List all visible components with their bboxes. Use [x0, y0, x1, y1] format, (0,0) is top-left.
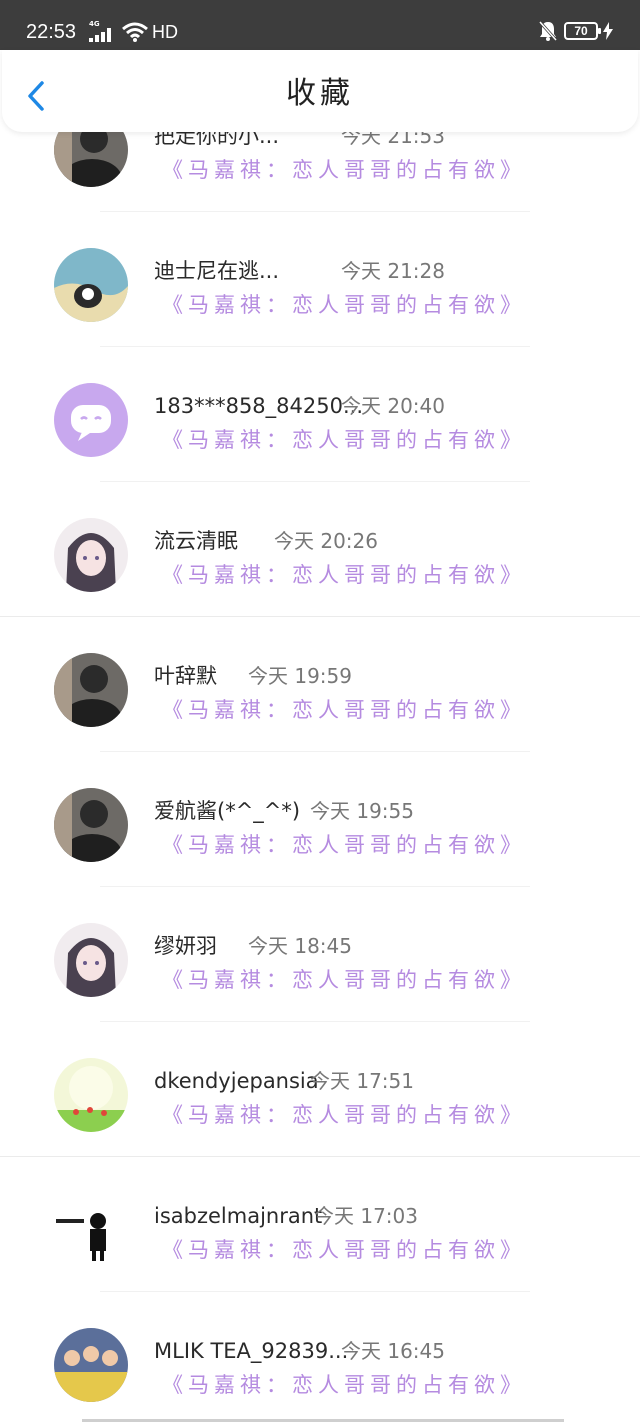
story-title[interactable]: 《马嘉祺：恋人哥哥的占有欲》: [162, 1372, 526, 1398]
user-name[interactable]: 把走你的小...: [154, 132, 279, 149]
user-name[interactable]: 缪妍羽: [154, 933, 217, 959]
hd-indicator: HD: [152, 22, 178, 42]
user-name[interactable]: 迪士尼在逃...: [154, 258, 279, 284]
avatar[interactable]: [54, 132, 128, 187]
story-title[interactable]: 《马嘉祺：恋人哥哥的占有欲》: [162, 292, 526, 318]
user-name[interactable]: 爱航酱(*^_^*): [154, 798, 300, 824]
timestamp: 今天 18:45: [248, 934, 352, 958]
status-bar: 22:53 4G HD 70: [0, 0, 640, 50]
timestamp: 今天 20:26: [274, 529, 378, 553]
user-name[interactable]: MLIK TEA_92839...: [154, 1338, 348, 1364]
user-name[interactable]: 流云清眠: [154, 528, 238, 554]
story-title[interactable]: 《马嘉祺：恋人哥哥的占有欲》: [162, 697, 526, 723]
page-title: 收藏: [286, 76, 354, 111]
avatar[interactable]: [54, 788, 128, 862]
user-name[interactable]: 叶辞默: [154, 663, 217, 689]
list-item[interactable]: MLIK TEA_92839... 今天 16:45 《马嘉祺：恋人哥哥的占有欲》: [0, 1292, 640, 1422]
timestamp: 今天 21:53: [341, 132, 445, 148]
story-title[interactable]: 《马嘉祺：恋人哥哥的占有欲》: [162, 157, 526, 183]
timestamp: 今天 17:51: [310, 1069, 414, 1093]
user-name[interactable]: isabzelmajnrant: [154, 1203, 322, 1229]
list-item[interactable]: 缪妍羽 今天 18:45 《马嘉祺：恋人哥哥的占有欲》: [0, 887, 640, 1022]
header: 收藏: [2, 50, 638, 132]
battery-level: 70: [574, 24, 588, 38]
network-type: 4G: [89, 20, 100, 28]
user-name[interactable]: 183***858_84250...: [154, 393, 363, 419]
avatar[interactable]: [54, 1328, 128, 1402]
timestamp: 今天 19:59: [248, 664, 352, 688]
story-title[interactable]: 《马嘉祺：恋人哥哥的占有欲》: [162, 427, 526, 453]
list-item[interactable]: isabzelmajnrant 今天 17:03 《马嘉祺：恋人哥哥的占有欲》: [0, 1157, 640, 1292]
timestamp: 今天 21:28: [341, 259, 445, 283]
signal-icon: 4G: [89, 20, 117, 42]
list-item[interactable]: dkendyjepansia 今天 17:51 《马嘉祺：恋人哥哥的占有欲》: [0, 1022, 640, 1157]
status-time: 22:53: [26, 21, 77, 43]
timestamp: 今天 19:55: [310, 799, 414, 823]
list-item[interactable]: 叶辞默 今天 19:59 《马嘉祺：恋人哥哥的占有欲》: [0, 617, 640, 752]
story-title[interactable]: 《马嘉祺：恋人哥哥的占有欲》: [162, 967, 526, 993]
avatar[interactable]: [54, 1058, 128, 1132]
list-item[interactable]: 把走你的小... 今天 21:53 《马嘉祺：恋人哥哥的占有欲》: [0, 132, 640, 212]
mute-bell-icon: [538, 21, 558, 41]
list-item[interactable]: 迪士尼在逃... 今天 21:28 《马嘉祺：恋人哥哥的占有欲》: [0, 212, 640, 347]
avatar[interactable]: [54, 653, 128, 727]
story-title[interactable]: 《马嘉祺：恋人哥哥的占有欲》: [162, 1102, 526, 1128]
avatar[interactable]: [54, 1193, 128, 1267]
avatar[interactable]: [54, 518, 128, 592]
user-name[interactable]: dkendyjepansia: [154, 1068, 319, 1094]
list-item[interactable]: 爱航酱(*^_^*) 今天 19:55 《马嘉祺：恋人哥哥的占有欲》: [0, 752, 640, 887]
battery-icon: 70: [564, 22, 601, 40]
avatar[interactable]: [54, 923, 128, 997]
timestamp: 今天 20:40: [341, 394, 445, 418]
story-title[interactable]: 《马嘉祺：恋人哥哥的占有欲》: [162, 832, 526, 858]
list-item[interactable]: 流云清眠 今天 20:26 《马嘉祺：恋人哥哥的占有欲》: [0, 482, 640, 617]
timestamp: 今天 16:45: [341, 1339, 445, 1363]
story-title[interactable]: 《马嘉祺：恋人哥哥的占有欲》: [162, 562, 526, 588]
story-title[interactable]: 《马嘉祺：恋人哥哥的占有欲》: [162, 1237, 526, 1263]
avatar[interactable]: [54, 383, 128, 457]
wifi-icon: [122, 22, 148, 42]
charging-icon: [603, 22, 613, 40]
favorites-list[interactable]: 把走你的小... 今天 21:53 《马嘉祺：恋人哥哥的占有欲》 迪士尼在逃... 今天…: [0, 132, 640, 1422]
list-item[interactable]: 183***858_84250... 今天 20:40 《马嘉祺：恋人哥哥的占有欲》: [0, 347, 640, 482]
timestamp: 今天 17:03: [314, 1204, 418, 1228]
avatar[interactable]: [54, 248, 128, 322]
